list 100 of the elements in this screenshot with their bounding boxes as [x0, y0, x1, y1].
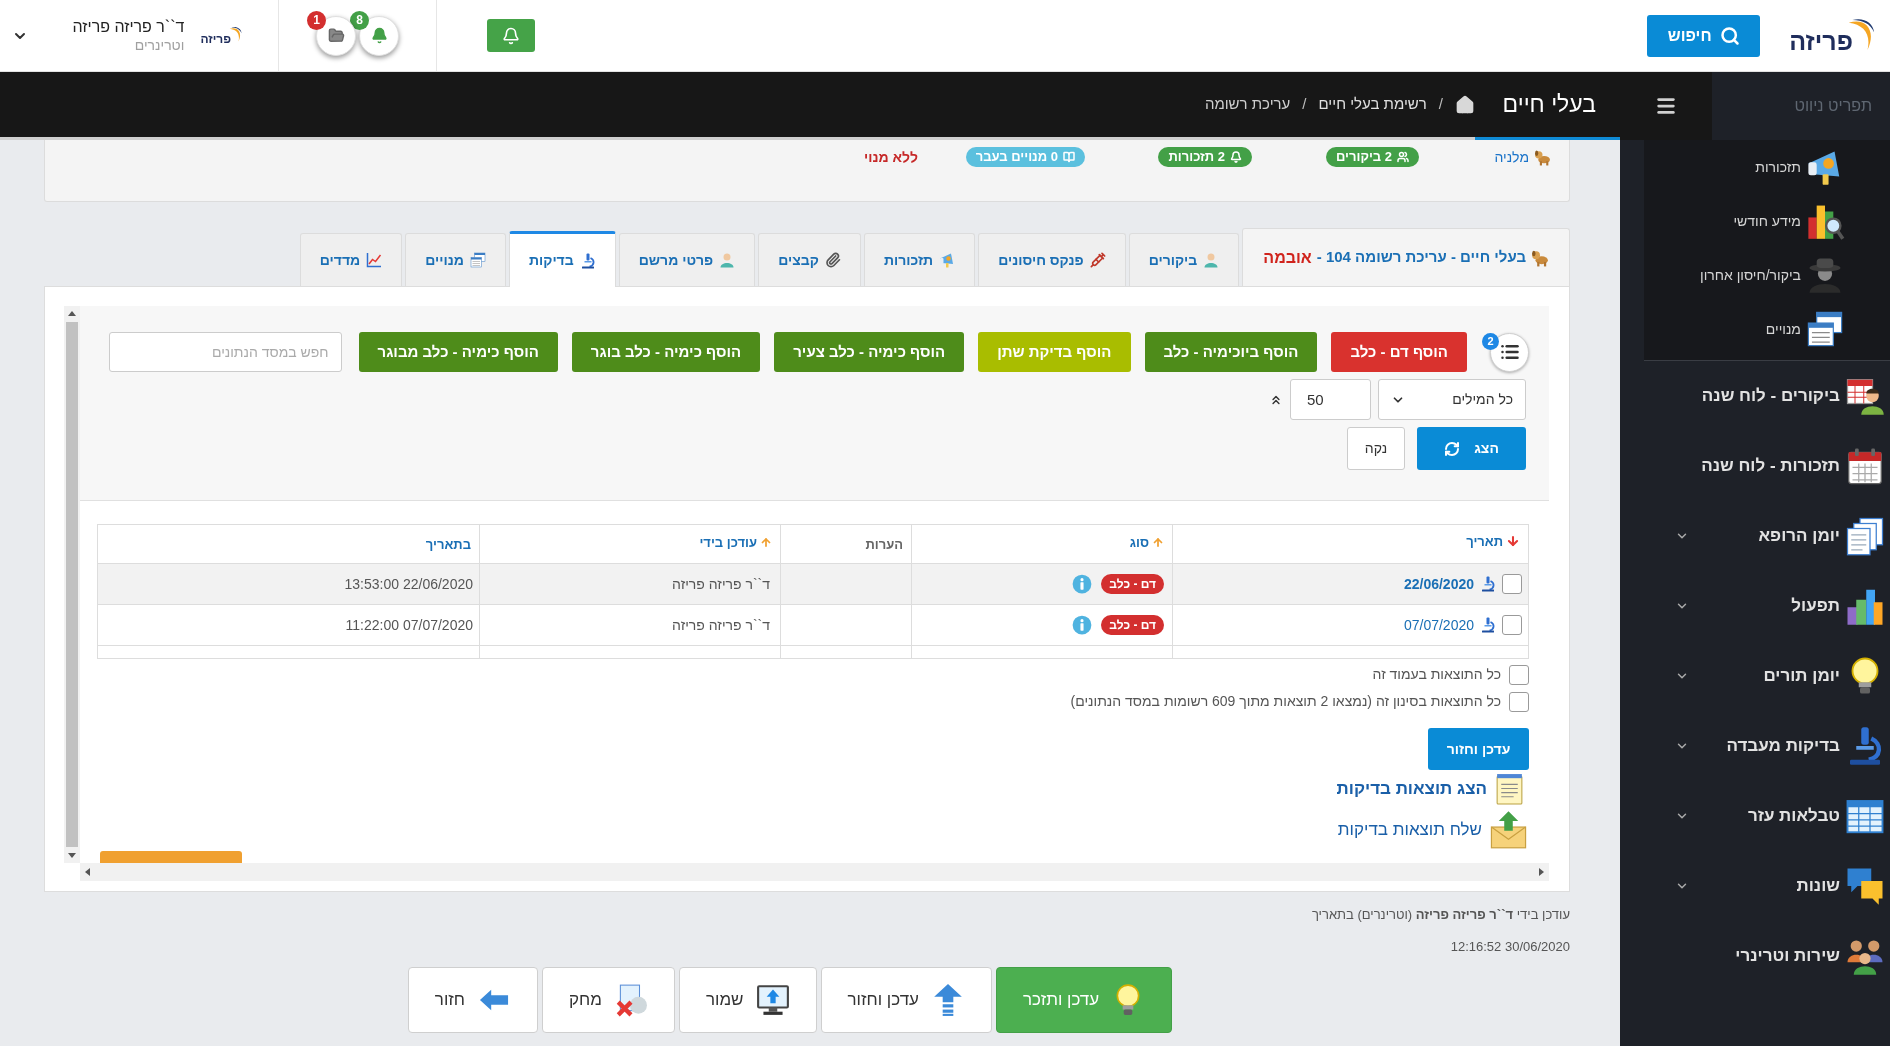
- column-header-link[interactable]: תאריך: [1466, 531, 1520, 552]
- match-select[interactable]: כל המילים: [1378, 379, 1526, 420]
- checkbox-label: כל התוצאות בסינון זה (נמצאו 2 תוצאות מתוך 609 רשומות במסד הנתונים): [1070, 692, 1501, 711]
- tab[interactable]: ביקורים: [1128, 233, 1240, 286]
- record-title: בעלי חיים - עריכת רשומה 104 -: [1316, 247, 1526, 268]
- add-test-button[interactable]: הוסף כימיה - כלב מבוגר: [358, 332, 558, 372]
- speech-bubbles-icon: [1845, 866, 1885, 906]
- person-icon: [719, 252, 736, 268]
- record-header-tab[interactable]: בעלי חיים - עריכת רשומה 104 - אובמה: [1242, 228, 1570, 286]
- search-field[interactable]: חפש במסד הנתונים: [108, 332, 342, 372]
- update-return-button[interactable]: עדכן וחזור: [1428, 728, 1529, 770]
- table-cell: 13:53:00 22/06/2020: [344, 576, 473, 592]
- horizontal-scrollbar[interactable]: [80, 863, 1549, 881]
- list-button[interactable]: [1490, 332, 1529, 372]
- people-icon: [1397, 151, 1409, 163]
- sort-up-icon: [760, 536, 772, 549]
- date-link[interactable]: 22/06/2020: [1403, 573, 1474, 595]
- back-button[interactable]: חזור: [407, 967, 538, 1033]
- updated-note: עודכן בידי ד``ר פריזה פריזה (וטרינרים) בתאריך: [1311, 906, 1570, 924]
- breadcrumb-separator: /: [1302, 94, 1307, 115]
- send-results-link[interactable]: שלח תוצאות בדיקות: [1337, 810, 1529, 849]
- add-test-button[interactable]: הוסף כימיה - כלב צעיר: [774, 332, 965, 372]
- tab[interactable]: מנויים: [405, 233, 506, 286]
- windows-icon: [1805, 310, 1845, 348]
- row-checkbox[interactable]: [1502, 615, 1522, 635]
- breadcrumb-separator: /: [1438, 94, 1443, 115]
- nav-item[interactable]: שונות: [1620, 851, 1890, 921]
- menu-button[interactable]: [1620, 72, 1712, 140]
- info-icon: [1072, 615, 1093, 635]
- update-return-button[interactable]: עדכן וחזור: [820, 967, 992, 1033]
- tab[interactable]: פרטי מרשם: [618, 233, 756, 286]
- count-badge: 1: [307, 10, 326, 30]
- reminders-badge[interactable]: 2 תזכורות: [1158, 147, 1252, 167]
- tab[interactable]: קבצים: [758, 233, 861, 286]
- megaphone-icon: [939, 252, 956, 268]
- add-test-button[interactable]: הוסף ביוכימיה - כלב: [1144, 332, 1318, 372]
- folder-circle-button[interactable]: [316, 15, 356, 56]
- visits-badge[interactable]: 2 ביקורים: [1325, 147, 1419, 167]
- nav-item[interactable]: בדיקות מעבדה: [1620, 711, 1890, 781]
- delete-button[interactable]: מחק: [542, 967, 675, 1033]
- update-remind-button[interactable]: עדכן ותזכר: [996, 967, 1173, 1033]
- tab[interactable]: בדיקות: [508, 231, 616, 287]
- nav-item[interactable]: תפעול: [1620, 571, 1890, 641]
- select-all-checkbox[interactable]: [1509, 691, 1529, 712]
- count-badge: 8: [350, 10, 369, 30]
- scrollbar-thumb[interactable]: [66, 322, 78, 847]
- pet-link[interactable]: מלניה: [1494, 146, 1529, 168]
- documents-icon: [1845, 516, 1885, 556]
- count-badge: 2: [1482, 332, 1499, 350]
- subscription-status: ללא מנוי: [864, 147, 918, 167]
- column-header-link[interactable]: עודכן בידי: [699, 532, 772, 553]
- logo-text: פריזה: [200, 33, 231, 45]
- logo-text: פריזה: [1789, 29, 1853, 54]
- table-cell: 11:22:00 07/07/2020: [345, 617, 473, 633]
- row-checkbox[interactable]: [1502, 574, 1522, 594]
- tab[interactable]: פנקס חיסונים: [978, 233, 1126, 286]
- dog-icon: [1531, 248, 1549, 267]
- view-results-link[interactable]: הצג תוצאות בדיקות: [1336, 770, 1526, 807]
- breadcrumb-link[interactable]: רשימת בעלי חיים: [1318, 93, 1427, 116]
- nav-item[interactable]: טבלאות עזר: [1620, 781, 1890, 851]
- microscope-icon: [579, 252, 596, 269]
- nav-item[interactable]: ביקורים - לוח שנה: [1620, 361, 1890, 431]
- bell-button[interactable]: [487, 19, 535, 52]
- column-header-link[interactable]: סוג: [1129, 532, 1164, 553]
- menu-icon: [1655, 95, 1677, 117]
- submenu-item[interactable]: תזכורות: [1644, 140, 1890, 194]
- sort-up-icon: [1152, 536, 1164, 549]
- add-test-button[interactable]: הוסף דם - כלב: [1331, 332, 1467, 372]
- scroll-right-icon: [1539, 868, 1544, 876]
- scroll-down-icon: [68, 853, 76, 858]
- nav-item[interactable]: יומן הרופא: [1620, 501, 1890, 571]
- column-header-link[interactable]: בתאריך: [425, 535, 471, 555]
- nav-item[interactable]: תזכורות - לוח שנה: [1620, 431, 1890, 501]
- search-icon: [1719, 25, 1740, 46]
- show-button[interactable]: הצג: [1417, 427, 1526, 470]
- list-icon: [1499, 342, 1520, 362]
- page-title: בעלי חיים: [1502, 90, 1596, 120]
- user-role: וטרינרים: [134, 36, 185, 55]
- monitor-upload-icon: [755, 983, 790, 1017]
- nav-item[interactable]: שירות וטרינרי: [1620, 921, 1890, 991]
- tab[interactable]: תזכורות: [863, 233, 976, 286]
- select-all-checkbox[interactable]: [1509, 664, 1529, 685]
- breadcrumb-current: עריכת רשומה: [1204, 94, 1291, 115]
- add-test-button[interactable]: הוסף כימיה - כלב בוגר: [571, 332, 761, 372]
- page-size-field[interactable]: 50: [1290, 379, 1371, 420]
- tab[interactable]: מדדים: [299, 233, 403, 286]
- submenu-item[interactable]: מנויים: [1644, 302, 1890, 356]
- updated-time: 12:16:52 30/06/2020: [1450, 938, 1570, 956]
- save-button[interactable]: שמור: [678, 967, 817, 1033]
- submenu-item[interactable]: מידע חודשי: [1644, 194, 1890, 248]
- vertical-scrollbar[interactable]: [64, 306, 80, 863]
- bell-icon: [370, 27, 388, 44]
- calendar-icon: [1845, 446, 1885, 486]
- nav-item[interactable]: יומן תורים: [1620, 641, 1890, 711]
- search-button[interactable]: חיפוש: [1647, 14, 1761, 57]
- info-icon: [1072, 574, 1093, 594]
- home-icon[interactable]: [1455, 94, 1475, 115]
- clear-button[interactable]: נקה: [1347, 427, 1405, 470]
- submenu-item[interactable]: ביקור/חיסון אחרון: [1644, 248, 1890, 302]
- date-link[interactable]: 07/07/2020: [1403, 614, 1474, 636]
